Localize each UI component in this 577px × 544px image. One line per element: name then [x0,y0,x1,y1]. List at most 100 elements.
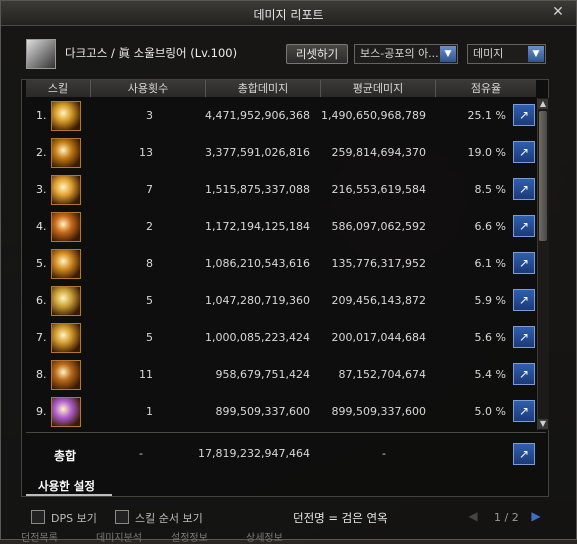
skill-icon [51,323,81,353]
export-icon[interactable]: ↗ [513,215,535,237]
export-icon[interactable]: ↗ [513,104,535,126]
table-row[interactable]: 2. 13 3,377,591,026,816 259,814,694,370 … [26,136,536,173]
checkbox-icon[interactable] [31,510,45,524]
row-total-damage: 3,377,591,026,816 [205,146,310,159]
skill-order-label: 스킬 순서 보기 [135,512,203,525]
chevron-down-icon[interactable]: ▼ [440,46,456,62]
damage-type-select[interactable]: 데미지 ▼ [467,44,546,64]
skill-icon [51,397,81,427]
row-rank: 4. [36,220,47,233]
table-header: 스킬 사용횟수 총합데미지 평균데미지 점유율 [26,80,536,97]
row-rank: 7. [36,331,47,344]
tab-detail-info[interactable]: 상세정보 [246,529,283,544]
export-icon[interactable]: ↗ [513,252,535,274]
character-name: 다크고스 / 眞 소울브링어 (Lv.100) [65,46,238,60]
row-avg-damage: 899,509,337,600 [331,405,426,418]
row-avg-damage: 216,553,619,584 [331,183,426,196]
row-share: 8.5 % [474,183,506,196]
table-row[interactable]: 4. 2 1,172,194,125,184 586,097,062,592 6… [26,210,536,247]
row-total-damage: 1,086,210,543,616 [205,257,310,270]
export-icon[interactable]: ↗ [513,443,535,465]
row-avg-damage: 586,097,062,592 [331,220,426,233]
header-uses[interactable]: 사용횟수 [91,80,206,97]
header-total-damage[interactable]: 총합데미지 [206,80,321,97]
row-uses: 8 [146,257,153,270]
reset-button[interactable]: 리셋하기 [286,44,348,64]
table-row[interactable]: 8. 11 958,679,751,424 87,152,704,674 5.4… [26,358,536,395]
dungeon-legend: 던전명 = 검은 연옥 [293,511,388,525]
skill-icon [51,249,81,279]
row-share: 5.4 % [474,368,506,381]
tab-settings-info[interactable]: 설정정보 [171,529,208,544]
export-icon[interactable]: ↗ [513,400,535,422]
skill-icon [51,360,81,390]
table-row[interactable]: 3. 7 1,515,875,337,088 216,553,619,584 8… [26,173,536,210]
row-total-damage: 1,047,280,719,360 [205,294,310,307]
row-rank: 6. [36,294,47,307]
damage-type-value: 데미지 [473,47,504,60]
chevron-down-icon[interactable]: ▼ [528,46,544,62]
summary-total-damage: 17,819,232,947,464 [198,447,310,460]
header-avg-damage[interactable]: 평균데미지 [321,80,436,97]
header-skill[interactable]: 스킬 [26,80,91,97]
row-total-damage: 4,471,952,906,368 [205,109,310,122]
scroll-down-icon[interactable]: ▼ [538,419,548,429]
row-uses: 5 [146,294,153,307]
bottom-tabs: 던전목록 데미지분석 설정정보 상세정보 [1,529,576,544]
export-icon[interactable]: ↗ [513,289,535,311]
dps-view-checkbox[interactable]: DPS 보기 [31,510,97,525]
header-share[interactable]: 점유율 [436,80,536,97]
row-share: 5.0 % [474,405,506,418]
summary-label: 총합 [54,449,77,463]
row-avg-damage: 209,456,143,872 [331,294,426,307]
next-page-icon[interactable]: ▶ [529,509,543,523]
table-row[interactable]: 9. 1 899,509,337,600 899,509,337,600 5.0… [26,395,536,432]
skill-icon [51,101,81,131]
skill-icon [51,286,81,316]
table-row[interactable]: 7. 5 1,000,085,223,424 200,017,044,684 5… [26,321,536,358]
skill-icon [51,212,81,242]
row-share: 5.6 % [474,331,506,344]
row-rank: 5. [36,257,47,270]
dps-view-label: DPS 보기 [51,512,97,525]
row-avg-damage: 259,814,694,370 [331,146,426,159]
scrollbar-thumb[interactable] [539,111,547,241]
prev-page-icon[interactable]: ◀ [466,509,480,523]
row-share: 6.1 % [474,257,506,270]
row-uses: 13 [139,146,153,159]
skill-order-checkbox[interactable]: 스킬 순서 보기 [115,510,203,525]
row-rank: 3. [36,183,47,196]
row-share: 25.1 % [467,109,506,122]
row-avg-damage: 200,017,044,684 [331,331,426,344]
table-row[interactable]: 6. 5 1,047,280,719,360 209,456,143,872 5… [26,284,536,321]
window-titlebar[interactable]: 데미지 리포트 ✕ [1,1,576,26]
export-icon[interactable]: ↗ [513,363,535,385]
table-row[interactable]: 1. 3 4,471,952,906,368 1,490,650,968,789… [26,99,536,136]
tab-dungeon-list[interactable]: 던전목록 [21,529,58,544]
tab-damage-analysis[interactable]: 데미지분석 [96,529,142,544]
row-share: 19.0 % [467,146,506,159]
row-total-damage: 899,509,337,600 [215,405,310,418]
row-uses: 3 [146,109,153,122]
scroll-up-icon[interactable]: ▲ [538,99,548,109]
summary-avg-damage: - [382,447,386,460]
close-icon[interactable]: ✕ [550,4,566,20]
boss-filter-value: 보스-공포의 아... [360,47,439,60]
export-icon[interactable]: ↗ [513,326,535,348]
tab-used-settings[interactable]: 사용한 설정 [26,476,112,496]
row-rank: 2. [36,146,47,159]
summary-row: 총합 - 17,819,232,947,464 - ↗ [26,439,536,469]
row-share: 6.6 % [474,220,506,233]
export-icon[interactable]: ↗ [513,178,535,200]
row-uses: 1 [146,405,153,418]
table-row[interactable]: 5. 8 1,086,210,543,616 135,776,317,952 6… [26,247,536,284]
checkbox-icon[interactable] [115,510,129,524]
page-indicator: 1 / 2 [494,511,519,524]
row-uses: 11 [139,368,153,381]
boss-filter-select[interactable]: 보스-공포의 아... ▼ [354,44,458,64]
export-icon[interactable]: ↗ [513,141,535,163]
row-rank: 8. [36,368,47,381]
row-total-damage: 1,172,194,125,184 [205,220,310,233]
row-avg-damage: 135,776,317,952 [331,257,426,270]
row-rank: 9. [36,405,47,418]
